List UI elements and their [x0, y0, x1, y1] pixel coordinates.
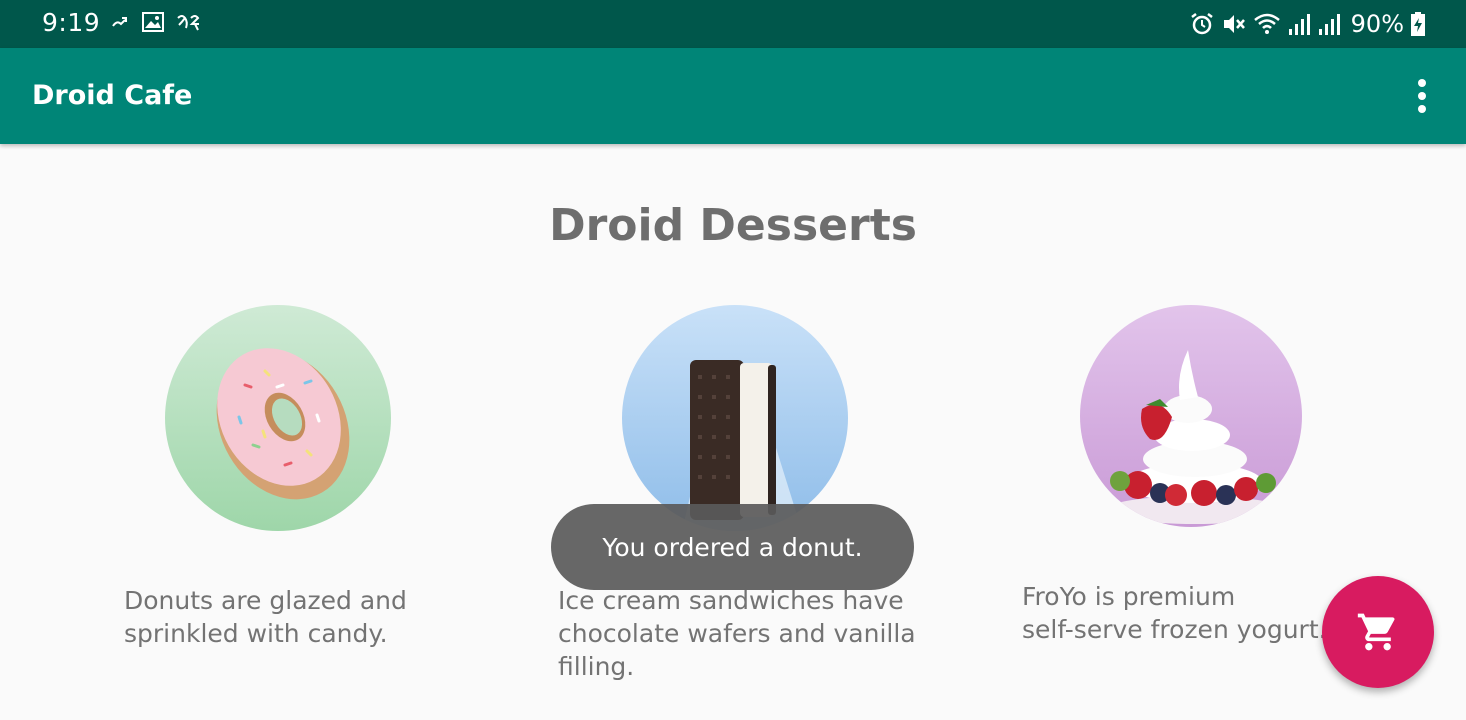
donut-description: Donuts are glazed and sprinkled with can…: [124, 584, 407, 650]
froyo-image[interactable]: [1080, 305, 1302, 527]
alarm-icon: [1190, 13, 1213, 35]
froyo-description: FroYo is premium self-serve frozen yogur…: [1022, 580, 1327, 646]
battery-percent: 90%: [1350, 10, 1404, 38]
donut-image[interactable]: [165, 305, 391, 531]
signal-icon: [1288, 14, 1310, 35]
mute-icon: [1223, 15, 1245, 33]
ice-cream-sandwich-image[interactable]: [622, 305, 848, 531]
status-time: 9:19: [42, 8, 101, 37]
app-bar: Droid Cafe: [0, 48, 1466, 144]
wifi-icon: [1253, 13, 1280, 34]
description-line: sprinkled with candy.: [124, 619, 388, 648]
description-line: filling.: [558, 652, 635, 681]
image-icon: [142, 12, 164, 32]
description-line: self-serve frozen yogurt.: [1022, 615, 1327, 644]
status-left-icons: [110, 12, 202, 32]
shopping-cart-icon: [1357, 613, 1395, 651]
app-title: Droid Cafe: [32, 80, 193, 111]
description-line: chocolate wafers and vanilla: [558, 619, 916, 648]
battery-charging-icon: [1411, 12, 1425, 36]
status-right: 90%: [1189, 9, 1426, 39]
toast-message: You ordered a donut.: [551, 504, 914, 590]
description-line: Donuts are glazed and: [124, 586, 407, 615]
notification-icon: [112, 17, 127, 27]
signal-icon: [1318, 14, 1340, 35]
language-icon: [177, 15, 200, 31]
page-title: Droid Desserts: [549, 200, 917, 251]
shopping-cart-button[interactable]: [1322, 576, 1434, 688]
ice-cream-sandwich-description: Ice cream sandwiches have chocolate wafe…: [558, 584, 916, 683]
more-vert-icon[interactable]: [1404, 74, 1440, 118]
status-bar: 9:19 90%: [0, 0, 1466, 48]
description-line: FroYo is premium: [1022, 582, 1236, 611]
